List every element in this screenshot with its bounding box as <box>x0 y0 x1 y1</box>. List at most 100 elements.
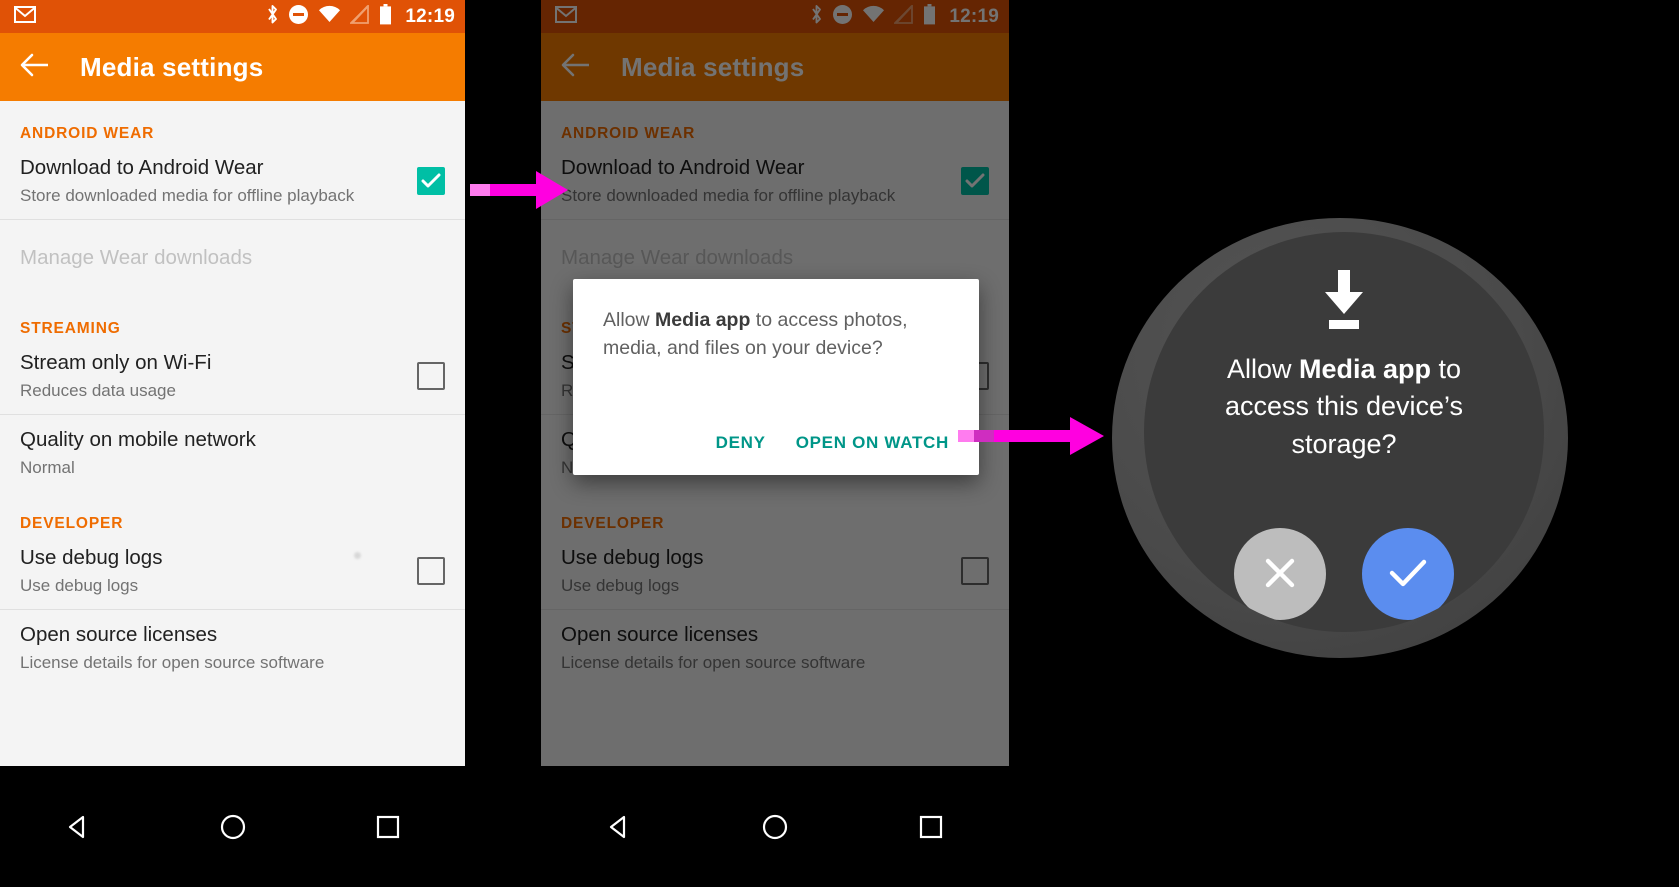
app-bar: Media settings <box>541 33 1009 101</box>
status-bar-clock: 12:19 <box>949 5 999 27</box>
row-subtitle: Store downloaded media for offline playb… <box>20 186 355 206</box>
bluetooth-icon <box>266 4 279 30</box>
row-title: Stream only on Wi-Fi <box>20 350 212 374</box>
section-header-android-wear: ANDROID WEAR <box>561 125 696 142</box>
do-not-disturb-icon <box>288 4 309 30</box>
navigation-bar-1 <box>0 766 465 887</box>
wifi-icon <box>862 5 885 28</box>
row-texts: Manage Wear downloads <box>20 246 445 271</box>
status-bar-left <box>14 5 36 28</box>
row-subtitle: License details for open source software <box>561 653 866 673</box>
row-texts: Download to Android Wear Store downloade… <box>20 156 401 207</box>
nav-recents-square-icon[interactable] <box>871 814 991 840</box>
row-title: Use debug logs <box>20 545 163 569</box>
watch-message-prefix: Allow <box>1226 354 1299 384</box>
app-bar: Media settings <box>0 33 465 101</box>
nav-back-triangle-icon[interactable] <box>18 813 138 841</box>
bluetooth-icon <box>810 4 823 30</box>
dialog-actions: DENY OPEN ON WATCH <box>603 433 949 475</box>
row-title: Open source licenses <box>561 622 759 646</box>
setting-row-open-source-licenses[interactable]: Open source licenses License details for… <box>541 610 1009 686</box>
status-bar: 12:19 <box>541 0 1009 33</box>
watch-deny-button[interactable] <box>1234 528 1326 620</box>
dialog-message-prefix: Allow <box>603 309 656 331</box>
row-subtitle: Use debug logs <box>561 576 680 596</box>
open-on-watch-button[interactable]: OPEN ON WATCH <box>796 433 949 453</box>
battery-icon <box>923 3 936 30</box>
dialog-message: Allow Media app to access photos, media,… <box>603 307 949 362</box>
setting-row-stream-only-on-wifi[interactable]: Stream only on Wi-Fi Reduces data usage <box>0 338 465 414</box>
watch-permission-message: Allow Media app to access this device’s … <box>1194 351 1494 463</box>
flow-arrow-2 <box>958 413 1108 464</box>
row-title: Download to Android Wear <box>20 155 264 179</box>
close-x-icon <box>1263 556 1297 593</box>
screenshot-stage: 12:19 Media settings ANDROID WEAR Downlo… <box>0 0 1679 887</box>
row-texts: Quality on mobile network Normal <box>20 428 445 479</box>
setting-row-download-to-android-wear[interactable]: Download to Android Wear Store downloade… <box>0 143 465 219</box>
gmail-icon <box>14 5 36 28</box>
row-texts: Stream only on Wi-Fi Reduces data usage <box>20 351 401 402</box>
watch-action-buttons <box>1144 528 1544 620</box>
checkbox-download-to-android-wear[interactable] <box>417 167 445 195</box>
status-bar-right: 12:19 <box>810 3 999 30</box>
status-bar-right: 12:19 <box>266 3 455 30</box>
watch-allow-button[interactable] <box>1362 528 1454 620</box>
row-texts: Open source licenses License details for… <box>20 623 445 674</box>
settings-list: ANDROID WEAR Download to Android Wear St… <box>0 101 465 766</box>
row-title: Manage Wear downloads <box>561 245 794 269</box>
page-title: Media settings <box>621 51 805 82</box>
row-subtitle: Reduces data usage <box>20 381 176 401</box>
battery-icon <box>379 3 392 30</box>
setting-row-open-source-licenses[interactable]: Open source licenses License details for… <box>0 610 465 686</box>
setting-row-quality-on-mobile-network[interactable]: Quality on mobile network Normal <box>0 415 465 491</box>
setting-row-download-to-android-wear[interactable]: Download to Android Wear Store downloade… <box>541 143 1009 219</box>
section-header-streaming: STREAMING <box>20 320 121 337</box>
flow-arrow-1 <box>470 167 570 218</box>
row-texts: Use debug logs Use debug logs <box>561 546 945 597</box>
row-texts: Open source licenses License details for… <box>561 623 989 674</box>
row-texts: Manage Wear downloads <box>561 246 989 271</box>
row-subtitle: Use debug logs <box>20 576 139 596</box>
do-not-disturb-icon <box>832 4 853 30</box>
row-subtitle: Normal <box>20 458 75 478</box>
check-icon <box>1388 557 1428 592</box>
setting-row-use-debug-logs[interactable]: Use debug logs Use debug logs <box>541 533 1009 609</box>
nav-home-circle-icon[interactable] <box>173 813 293 841</box>
dialog-app-name: Media app <box>655 309 751 331</box>
section-header-developer: DEVELOPER <box>561 515 665 532</box>
setting-row-manage-wear-downloads[interactable]: Manage Wear downloads <box>0 220 465 296</box>
checkbox-stream-only-on-wifi[interactable] <box>417 362 445 390</box>
watch-screen: Allow Media app to access this device’s … <box>1144 232 1544 632</box>
row-texts: Download to Android Wear Store downloade… <box>561 156 945 207</box>
setting-row-use-debug-logs[interactable]: Use debug logs Use debug logs <box>0 533 465 609</box>
row-title: Download to Android Wear <box>561 155 805 179</box>
section-header-developer: DEVELOPER <box>20 515 124 532</box>
cell-signal-off-icon <box>349 3 370 29</box>
back-arrow-icon[interactable] <box>20 53 50 82</box>
page-title: Media settings <box>80 51 264 82</box>
download-icon <box>1317 270 1371 335</box>
permission-dialog: Allow Media app to access photos, media,… <box>573 279 979 475</box>
checkbox-download-to-android-wear[interactable] <box>961 167 989 195</box>
cell-signal-off-icon <box>893 3 914 29</box>
nav-home-circle-icon[interactable] <box>715 813 835 841</box>
nav-recents-square-icon[interactable] <box>328 814 448 840</box>
deny-button[interactable]: DENY <box>716 433 766 453</box>
phone-panel-1: 12:19 Media settings ANDROID WEAR Downlo… <box>0 0 465 766</box>
gmail-icon <box>555 5 577 28</box>
watch-app-name: Media app <box>1298 354 1432 384</box>
row-subtitle: Store downloaded media for offline playb… <box>561 186 896 206</box>
section-header-android-wear: ANDROID WEAR <box>20 125 155 142</box>
row-title: Use debug logs <box>561 545 704 569</box>
nav-back-triangle-icon[interactable] <box>559 813 679 841</box>
row-title: Open source licenses <box>20 622 218 646</box>
status-bar: 12:19 <box>0 0 465 33</box>
row-texts: Use debug logs Use debug logs <box>20 546 401 597</box>
checkbox-use-debug-logs[interactable] <box>961 557 989 585</box>
wifi-icon <box>318 5 341 28</box>
back-arrow-icon[interactable] <box>561 53 591 82</box>
navigation-bar-2 <box>541 766 1009 887</box>
status-bar-left <box>555 5 577 28</box>
checkbox-use-debug-logs[interactable] <box>417 557 445 585</box>
status-bar-clock: 12:19 <box>405 5 455 27</box>
